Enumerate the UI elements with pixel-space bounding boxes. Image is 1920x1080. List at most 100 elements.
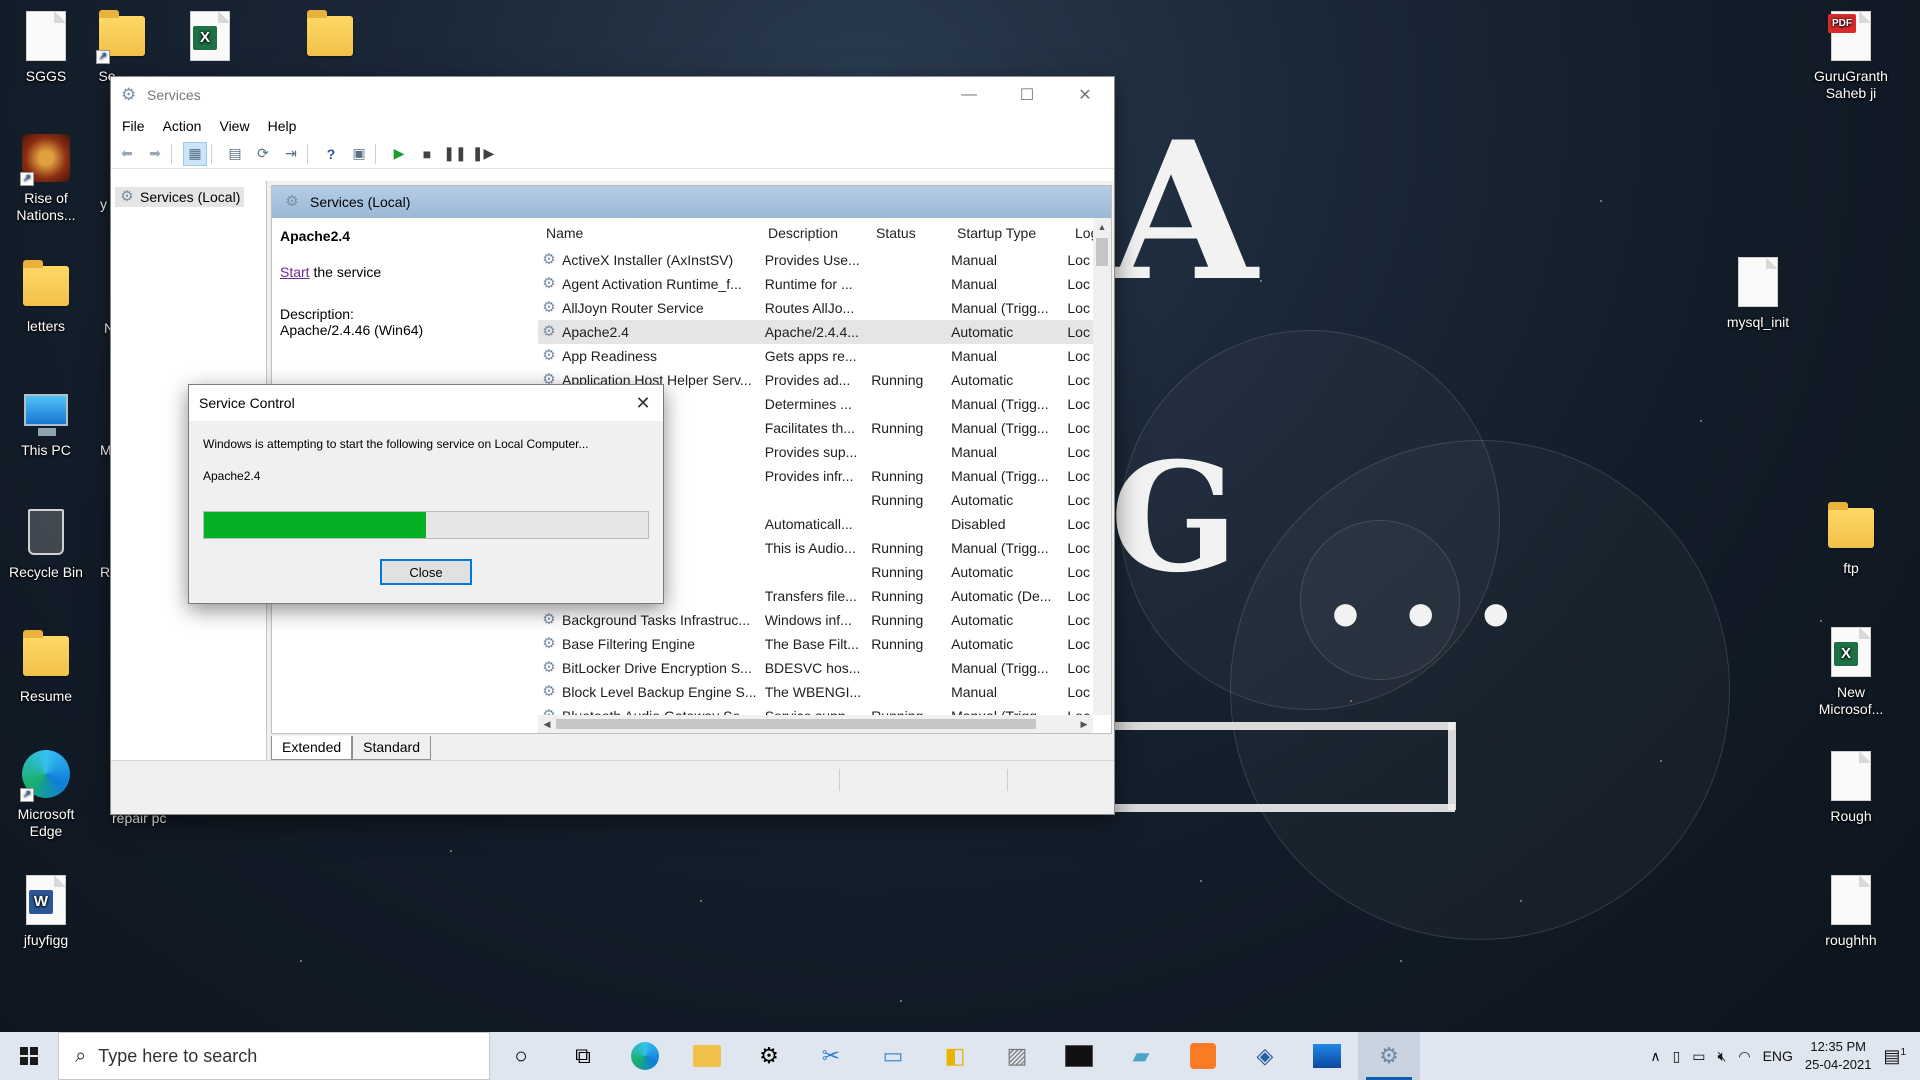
wifi-icon[interactable]: ◠ bbox=[1738, 1048, 1750, 1065]
table-row[interactable]: ⚙ Background Tasks Infrastruc... Windows i… bbox=[538, 608, 1093, 632]
virtualbox-icon[interactable]: ◈ bbox=[1234, 1032, 1296, 1080]
service-startup-cell: Manual bbox=[951, 684, 997, 700]
desktop-icon-letters[interactable]: letters bbox=[0, 258, 92, 335]
start-button[interactable] bbox=[0, 1032, 58, 1080]
desktop-icon-folder-partial[interactable] bbox=[300, 8, 360, 68]
notification-count: 1 bbox=[1900, 1046, 1906, 1058]
photos-viewer-icon[interactable]: ▨ bbox=[986, 1032, 1048, 1080]
properties-icon[interactable]: ▤ bbox=[223, 142, 247, 166]
desktop-icon-sggs[interactable]: SGGS bbox=[0, 8, 92, 85]
device-icon[interactable]: ▯ bbox=[1673, 1048, 1681, 1065]
desktop-icon-rise-of-nations[interactable]: ↗ Rise of Nations... bbox=[0, 130, 92, 224]
desktop-icon-partial[interactable]: ↗ Se bbox=[92, 8, 152, 85]
horizontal-scrollbar[interactable]: ◀ ▶ bbox=[538, 715, 1093, 733]
settings-icon[interactable]: ⚙ bbox=[738, 1032, 800, 1080]
export-list-icon[interactable]: ⇥ bbox=[279, 142, 303, 166]
title-bar[interactable]: ⚙ Services — ☐ ✕ bbox=[111, 77, 1114, 113]
start-service-icon[interactable]: ▶ bbox=[387, 142, 411, 166]
restart-service-icon[interactable]: ❚▶ bbox=[471, 142, 495, 166]
table-row[interactable]: ⚙ Agent Activation Runtime_f... Runtime fo… bbox=[538, 272, 1093, 296]
service-logon-cell: Loc bbox=[1067, 468, 1090, 484]
desktop-icon-excel-partial[interactable]: X bbox=[180, 8, 240, 68]
close-icon[interactable]: ✕ bbox=[623, 393, 663, 414]
remote-desktop-icon[interactable]: ▭ bbox=[862, 1032, 924, 1080]
scroll-right-icon[interactable]: ▶ bbox=[1075, 715, 1093, 733]
minimize-button[interactable]: — bbox=[940, 77, 998, 113]
service-name-cell: ⚙Bluetooth Audio Gateway Se... bbox=[538, 708, 761, 715]
clock[interactable]: 12:35 PM 25-04-2021 bbox=[1805, 1038, 1872, 1074]
column-header-name[interactable]: Name bbox=[538, 225, 764, 241]
system-tray: ∧ ▯ ▭ 🔇︎ ◠ ENG 12:35 PM 25-04-2021 ▤1 bbox=[1650, 1038, 1920, 1074]
back-arrow-icon[interactable]: ⬅ bbox=[115, 142, 139, 166]
table-row[interactable]: ⚙ App Readiness Gets apps re... Manual Loc bbox=[538, 344, 1093, 368]
notification-icon[interactable]: ▤1 bbox=[1883, 1046, 1906, 1067]
chevron-up-icon[interactable]: ∧ bbox=[1650, 1048, 1660, 1065]
help-icon[interactable]: ? bbox=[319, 142, 343, 166]
scroll-up-icon[interactable]: ▲ bbox=[1093, 218, 1111, 236]
dialog-title-bar[interactable]: Service Control ✕ bbox=[189, 385, 663, 421]
tab-standard[interactable]: Standard bbox=[352, 736, 431, 760]
tab-extended[interactable]: Extended bbox=[271, 736, 353, 760]
menu-view[interactable]: View bbox=[210, 118, 258, 134]
desktop-icon-gurugranth[interactable]: PDF GuruGranth Saheb ji bbox=[1805, 8, 1897, 102]
desktop-icon-rough[interactable]: Rough bbox=[1805, 748, 1897, 825]
language-indicator[interactable]: ENG bbox=[1763, 1048, 1793, 1064]
file-explorer-icon[interactable] bbox=[676, 1032, 738, 1080]
vertical-scrollbar[interactable]: ▲ bbox=[1093, 218, 1111, 715]
photos-icon[interactable] bbox=[1296, 1032, 1358, 1080]
table-row[interactable]: ⚙ Apache2.4 Apache/2.4.4... Automatic Loc bbox=[538, 320, 1093, 344]
stop-service-icon[interactable]: ■ bbox=[415, 142, 439, 166]
desktop-icon-jfuyfigg[interactable]: W jfuyfigg bbox=[0, 872, 92, 949]
column-header-description[interactable]: Description bbox=[764, 225, 872, 241]
cortana-icon[interactable]: ○ bbox=[490, 1032, 552, 1080]
speaker-muted-icon[interactable]: 🔇︎ bbox=[1718, 1048, 1727, 1065]
show-hide-console-tree-icon[interactable]: ▦ bbox=[183, 141, 207, 166]
menu-help[interactable]: Help bbox=[259, 118, 306, 134]
desktop-icon-recycle-bin[interactable]: Recycle Bin bbox=[0, 504, 92, 581]
tree-item-services-local[interactable]: ⚙ Services (Local) bbox=[115, 187, 245, 207]
service-description-cell: Automaticall... bbox=[764, 516, 853, 532]
table-row[interactable]: ⚙ Base Filtering Engine The Base Filt... Ru… bbox=[538, 632, 1093, 656]
service-logon-cell: Loc bbox=[1067, 612, 1090, 628]
desktop-icon-microsoft-edge[interactable]: ↗ Microsoft Edge bbox=[0, 746, 92, 840]
notepad-icon[interactable]: ▰ bbox=[1110, 1032, 1172, 1080]
task-view-icon[interactable]: ⧉ bbox=[552, 1032, 614, 1080]
menu-file[interactable]: File bbox=[113, 118, 154, 134]
maximize-button[interactable]: ☐ bbox=[998, 77, 1056, 113]
action-pane-icon[interactable]: ▣ bbox=[347, 142, 371, 166]
desktop-icon-mysql-init[interactable]: mysql_init bbox=[1712, 254, 1804, 331]
table-row[interactable]: ⚙ BitLocker Drive Encryption S... BDESVC h… bbox=[538, 656, 1093, 680]
desktop-icon-this-pc[interactable]: This PC bbox=[0, 382, 92, 459]
desktop-icon-new-excel[interactable]: X New Microsof... bbox=[1805, 624, 1897, 718]
xampp-icon[interactable] bbox=[1172, 1032, 1234, 1080]
wallpaper-chalk-line bbox=[1110, 722, 1455, 730]
refresh-icon[interactable]: ⟳ bbox=[251, 142, 275, 166]
scrollbar-thumb[interactable] bbox=[556, 719, 1036, 729]
python-icon[interactable]: ◧ bbox=[924, 1032, 986, 1080]
menu-action[interactable]: Action bbox=[154, 118, 211, 134]
services-icon[interactable]: ⚙ bbox=[1358, 1032, 1420, 1080]
table-row[interactable]: ⚙ AllJoyn Router Service Routes AllJo... Ma… bbox=[538, 296, 1093, 320]
taskbar-search-box[interactable]: ⌕ Type here to search bbox=[58, 1032, 490, 1080]
scroll-left-icon[interactable]: ◀ bbox=[538, 715, 556, 733]
column-header-startup-type[interactable]: Startup Type bbox=[953, 225, 1071, 241]
column-header-status[interactable]: Status bbox=[872, 225, 953, 241]
start-service-link[interactable]: Start bbox=[280, 264, 310, 280]
close-window-button[interactable]: ✕ bbox=[1056, 77, 1114, 113]
terminal-icon[interactable] bbox=[1048, 1032, 1110, 1080]
desktop-icon-roughhh[interactable]: roughhh bbox=[1805, 872, 1897, 949]
service-description-cell: Provides ad... bbox=[764, 372, 851, 388]
desktop-icon-resume[interactable]: Resume bbox=[0, 628, 92, 705]
table-row[interactable]: ⚙Bluetooth Audio Gateway Se...Service su… bbox=[538, 704, 1093, 715]
close-button[interactable]: Close bbox=[380, 559, 472, 585]
scrollbar-thumb[interactable] bbox=[1096, 238, 1108, 266]
snipping-icon[interactable]: ✂ bbox=[800, 1032, 862, 1080]
table-row[interactable]: ⚙ Block Level Backup Engine S... The WBENG… bbox=[538, 680, 1093, 704]
edge-icon[interactable] bbox=[614, 1032, 676, 1080]
pause-service-icon[interactable]: ❚❚ bbox=[443, 142, 467, 166]
desktop-icon-ftp[interactable]: ftp bbox=[1805, 500, 1897, 577]
forward-arrow-icon[interactable]: ➡ bbox=[143, 142, 167, 166]
battery-icon[interactable]: ▭ bbox=[1692, 1048, 1705, 1065]
table-row[interactable]: ⚙ ActiveX Installer (AxInstSV) Provides Us… bbox=[538, 248, 1093, 272]
service-description-cell: Provides Use... bbox=[764, 252, 860, 268]
